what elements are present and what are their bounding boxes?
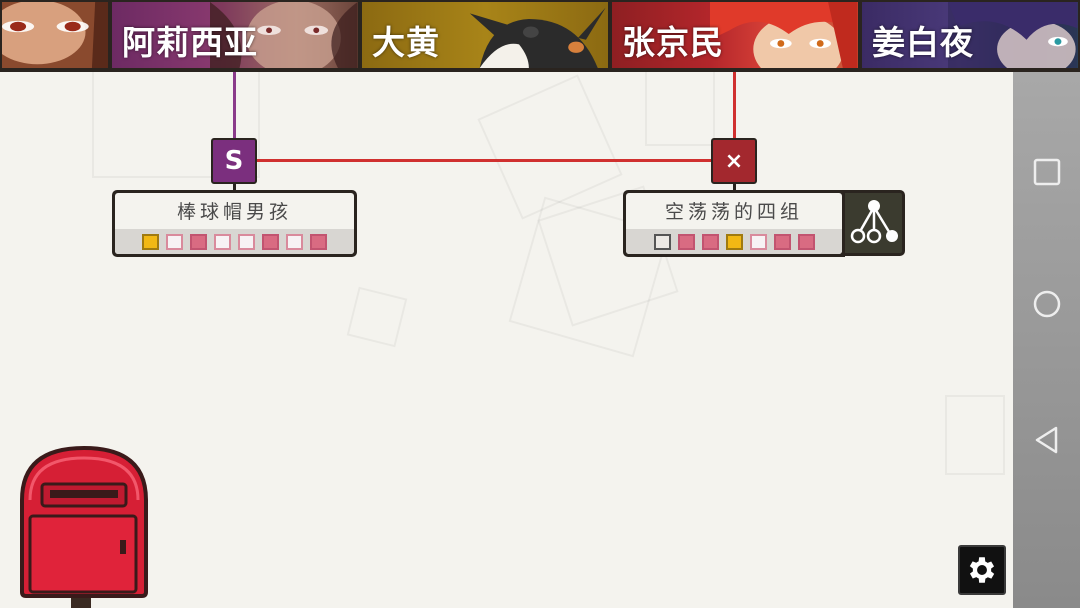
branch-tree-icon [850, 200, 898, 244]
mailbox-icon [20, 445, 148, 608]
background-decoration [945, 395, 1005, 475]
progress-slot [701, 233, 719, 250]
progress-slot [797, 233, 815, 250]
character-tab-alicia[interactable]: 阿莉西亚 [110, 0, 360, 70]
connector-line-purple [233, 72, 236, 140]
character-tab-partial[interactable] [0, 0, 110, 70]
connector-line-red-vertical [733, 72, 736, 140]
character-tab-jiang[interactable]: 姜白夜 [860, 0, 1080, 70]
progress-slot [773, 233, 791, 250]
connector-line-red-horizontal [256, 159, 714, 162]
progress-slot [653, 233, 671, 250]
node-title: 空荡荡的四组 [664, 201, 803, 223]
branch-button[interactable] [842, 190, 905, 256]
cat-portrait-art [470, 7, 607, 68]
node-title: 棒球帽男孩 [176, 201, 292, 223]
progress-slot [286, 233, 303, 250]
character-portrait-art [2, 2, 108, 68]
character-name: 张京民 [622, 23, 724, 62]
progress-slot [725, 233, 743, 250]
back-triangle-icon[interactable] [1031, 424, 1063, 456]
system-navigation-bar [1013, 72, 1080, 608]
background-decoration [645, 70, 715, 146]
progress-slot [677, 233, 695, 250]
progress-slot [142, 233, 159, 250]
character-name: 大黄 [372, 23, 440, 62]
story-node-baseball-boy[interactable]: 棒球帽男孩 [112, 190, 357, 257]
character-name: 姜白夜 [872, 23, 974, 62]
node-marker-x[interactable]: × [711, 138, 757, 184]
progress-slot [310, 233, 327, 250]
character-tab-dahuang[interactable]: 大黄 [360, 0, 610, 70]
progress-slot [262, 233, 279, 250]
character-portrait-art [710, 2, 858, 68]
progress-slot [214, 233, 231, 250]
node-marker-label: S [224, 146, 244, 176]
story-node-empty-group-four[interactable]: 空荡荡的四组 [623, 190, 845, 257]
character-tab-bar: 阿莉西亚 大黄 张京民 姜白夜 [0, 0, 1080, 72]
node-progress-slots [115, 229, 354, 254]
node-progress-slots [626, 229, 842, 254]
progress-slot [749, 233, 767, 250]
node-marker-s[interactable]: S [211, 138, 257, 184]
node-marker-label: × [724, 148, 744, 174]
background-decoration [346, 286, 408, 348]
square-icon[interactable] [1031, 156, 1063, 188]
character-name: 阿莉西亚 [122, 23, 258, 62]
character-tab-zhang[interactable]: 张京民 [610, 0, 860, 70]
mailbox-button[interactable] [16, 444, 152, 608]
progress-slot [190, 233, 207, 250]
progress-slot [166, 233, 183, 250]
settings-button[interactable] [958, 545, 1006, 595]
progress-slot [238, 233, 255, 250]
gear-icon [969, 557, 995, 583]
circle-icon[interactable] [1031, 288, 1063, 320]
